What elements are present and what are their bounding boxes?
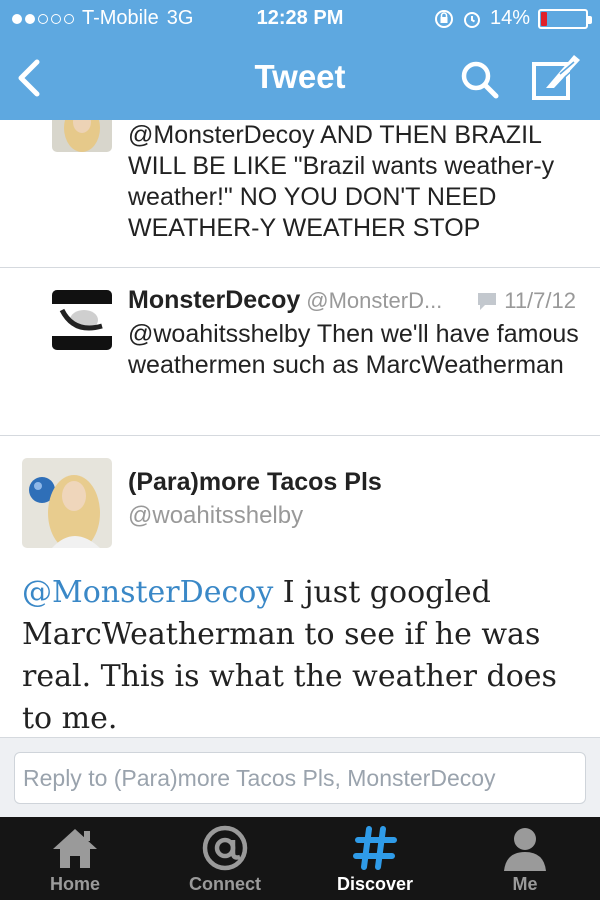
tab-bar: Home Connect Discover Me	[0, 817, 600, 900]
nav-bar: Tweet	[0, 38, 600, 120]
tab-label: Me	[512, 874, 538, 894]
page-title: Tweet	[254, 58, 346, 95]
battery-icon	[538, 8, 592, 29]
conversation-list[interactable]: @MonsterDecoy AND THEN BRAZIL WILL BE LI…	[0, 120, 600, 737]
person-icon	[504, 828, 546, 871]
search-icon[interactable]	[458, 58, 500, 100]
avatar[interactable]	[52, 290, 112, 350]
avatar[interactable]	[22, 458, 112, 548]
at-icon	[202, 825, 248, 871]
tab-connect[interactable]: Connect	[150, 817, 300, 900]
author-handle[interactable]: @woahitsshelby	[128, 502, 303, 530]
alarm-icon	[463, 11, 480, 28]
tab-home[interactable]: Home	[0, 817, 150, 900]
main-tweet: (Para)more Tacos Pls @woahitsshelby @Mon…	[0, 436, 600, 737]
tweet-text: @MonsterDecoy AND THEN BRAZIL WILL BE LI…	[128, 121, 555, 242]
hashtag-icon	[353, 826, 397, 870]
tab-label: Discover	[336, 874, 414, 894]
tab-label: Connect	[189, 874, 261, 894]
reply-bubble-icon	[478, 293, 497, 310]
app-header: T-Mobile 3G 12:28 PM 14% Tweet	[0, 0, 600, 120]
tab-me[interactable]: Me	[450, 817, 600, 900]
tab-label: Home	[49, 874, 100, 894]
reply-input[interactable]	[14, 752, 586, 804]
battery-percent: 14%	[489, 7, 530, 29]
mention-link[interactable]: @MonsterDecoy	[22, 575, 273, 610]
status-bar: T-Mobile 3G 12:28 PM 14%	[0, 0, 600, 38]
reply-bar	[0, 737, 600, 817]
tweet-text: @MonsterDecoy I just googled MarcWeather…	[22, 572, 582, 737]
rotation-lock-icon	[434, 9, 453, 28]
conversation-tweet[interactable]: @MonsterDecoy AND THEN BRAZIL WILL BE LI…	[0, 120, 600, 268]
author-name[interactable]: (Para)more Tacos Pls	[128, 468, 382, 497]
tweet-text: @woahitsshelby Then we'll have famous we…	[128, 320, 579, 379]
author-name[interactable]: MonsterDecoy	[128, 286, 300, 314]
tweet-date: 11/7/12	[504, 288, 576, 313]
compose-icon[interactable]	[530, 54, 584, 102]
conversation-tweet[interactable]: MonsterDecoy @MonsterD... 11/7/12 @woahit…	[0, 268, 600, 436]
home-icon	[53, 829, 97, 868]
avatar[interactable]	[52, 120, 112, 152]
author-handle[interactable]: @MonsterD...	[306, 288, 442, 313]
tab-discover[interactable]: Discover	[300, 817, 450, 900]
